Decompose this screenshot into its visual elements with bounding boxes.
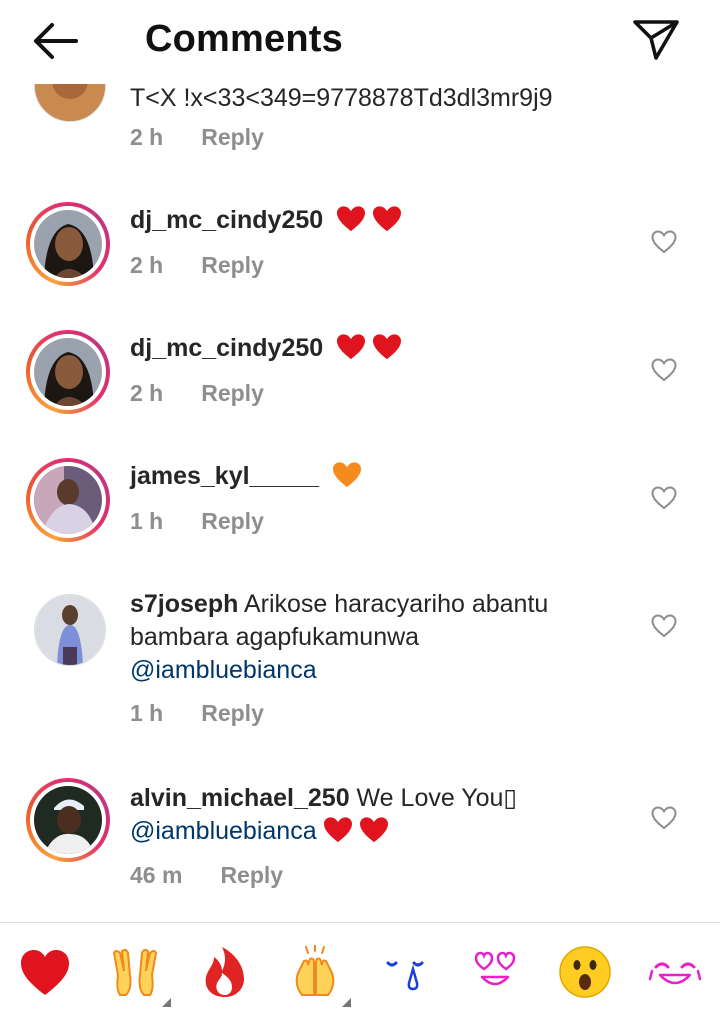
comment-meta: 1 h Reply (130, 700, 264, 727)
page-title: Comments (145, 18, 343, 60)
mention-link[interactable]: @iambluebianca (130, 656, 317, 684)
arrow-left-icon[interactable] (28, 18, 84, 64)
comment-username[interactable]: s7joseph (130, 590, 238, 618)
comment-text: james_kyl_____ (130, 460, 630, 493)
comment-username[interactable]: dj_mc_cindy250 (130, 206, 323, 234)
tears-of-joy-icon[interactable] (648, 945, 702, 999)
comment-time: 1 h (130, 700, 164, 726)
comment-time: 1 h (130, 508, 164, 534)
red-heart-icon (323, 817, 352, 843)
comment-meta: 46 m Reply (130, 862, 283, 889)
raising-hands-icon[interactable] (108, 945, 162, 999)
mention-link[interactable]: @iambluebianca (130, 817, 317, 845)
avatar-photo (34, 338, 102, 406)
comment-meta: 1 h Reply (130, 508, 264, 535)
red-heart-icon (337, 206, 366, 232)
fire-icon[interactable] (198, 945, 252, 999)
avatar[interactable] (26, 330, 110, 414)
heart-outline-icon[interactable] (651, 486, 677, 510)
reply-button[interactable]: Reply (201, 380, 264, 406)
red-heart-icon[interactable] (18, 945, 72, 999)
heart-outline-icon[interactable] (651, 806, 677, 830)
orange-heart-icon (333, 462, 362, 488)
comment-username[interactable]: james_kyl_____ (130, 462, 319, 490)
comment-text: alvin_michael_250 We Love You▯ @iambluebi… (130, 782, 630, 848)
red-heart-icon (337, 334, 366, 360)
comment-time: 2 h (130, 124, 164, 150)
reply-button[interactable]: Reply (201, 124, 264, 150)
avatar-photo (34, 786, 102, 854)
comment-text: T<X !x<33<349=9778878Td3dl3mr9j9 (130, 84, 553, 112)
comment-text: dj_mc_cindy250 (130, 204, 630, 237)
emoji-bar (0, 923, 720, 1018)
corner-marker (342, 998, 351, 1007)
reply-button[interactable]: Reply (201, 700, 264, 726)
avatar-photo (35, 595, 105, 665)
corner-marker (162, 998, 171, 1007)
comment-meta: 2 h Reply (130, 124, 264, 151)
red-heart-icon (359, 817, 388, 843)
heart-outline-icon[interactable] (651, 614, 677, 638)
comment-time: 46 m (130, 862, 183, 888)
header: Comments (0, 0, 720, 84)
avatar[interactable] (26, 202, 110, 286)
red-heart-icon (373, 206, 402, 232)
comment-text: s7joseph Arikose haracyariho abantu bamb… (130, 588, 630, 687)
crying-face-icon[interactable] (378, 945, 432, 999)
comment-username[interactable]: dj_mc_cindy250 (130, 334, 323, 362)
comment-body: We Love You▯ (349, 784, 518, 812)
reply-button[interactable]: Reply (201, 252, 264, 278)
heart-outline-icon[interactable] (651, 358, 677, 382)
red-heart-icon (373, 334, 402, 360)
astonished-face-icon[interactable] (558, 945, 612, 999)
comment-text: dj_mc_cindy250 (130, 332, 630, 365)
comments-feed[interactable]: T<X !x<33<349=9778878Td3dl3mr9j9 2 h Repl… (0, 0, 720, 920)
avatar-photo (34, 210, 102, 278)
reply-button[interactable]: Reply (220, 862, 283, 888)
avatar[interactable] (34, 594, 106, 666)
comment-time: 2 h (130, 380, 164, 406)
comment-meta: 2 h Reply (130, 252, 264, 279)
paper-plane-icon[interactable] (630, 16, 682, 64)
comment-username[interactable]: alvin_michael_250 (130, 784, 350, 812)
heart-outline-icon[interactable] (651, 230, 677, 254)
clapping-hands-icon[interactable] (288, 945, 342, 999)
reply-button[interactable]: Reply (201, 508, 264, 534)
comment-meta: 2 h Reply (130, 380, 264, 407)
avatar[interactable] (26, 778, 110, 862)
comment-time: 2 h (130, 252, 164, 278)
avatar-photo (34, 466, 102, 534)
avatar[interactable] (26, 458, 110, 542)
heart-eyes-icon[interactable] (468, 945, 522, 999)
